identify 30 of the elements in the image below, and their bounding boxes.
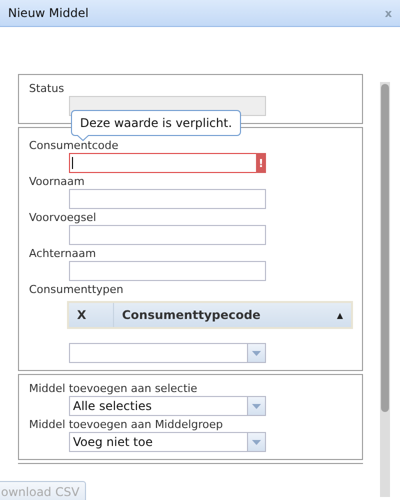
caret-icon bbox=[252, 440, 261, 444]
dropdown-trigger[interactable] bbox=[247, 344, 265, 362]
column-header[interactable]: X bbox=[69, 303, 114, 327]
field-label: Consumenttypen bbox=[29, 283, 124, 296]
text-field[interactable] bbox=[69, 261, 266, 281]
window-title: Nieuw Middel bbox=[8, 6, 89, 20]
field-label: Status bbox=[29, 82, 64, 95]
error-icon: ! bbox=[256, 153, 266, 173]
field-label: Voorvoegsel bbox=[29, 211, 96, 224]
sort-icon: ▲ bbox=[336, 310, 343, 320]
text-field[interactable] bbox=[69, 225, 266, 245]
combo-box[interactable]: Voeg niet toe bbox=[69, 432, 266, 452]
field-label: Voornaam bbox=[29, 175, 85, 188]
combo-box[interactable] bbox=[69, 343, 266, 363]
caret-icon bbox=[252, 404, 261, 408]
caret-icon bbox=[252, 350, 261, 356]
field-label: Middel toevoegen aan selectie bbox=[29, 382, 198, 395]
column-header[interactable]: Consumenttypecode bbox=[114, 303, 261, 327]
field-label: Consumentcode bbox=[29, 139, 118, 152]
combo-box[interactable]: Alle selecties bbox=[69, 396, 266, 416]
scrollbar[interactable] bbox=[380, 82, 390, 497]
text-field[interactable] bbox=[69, 189, 266, 209]
dropdown-trigger[interactable] bbox=[247, 433, 265, 451]
scrollbar-thumb[interactable] bbox=[381, 84, 389, 412]
field-label: Middel toevoegen aan Middelgroep bbox=[29, 418, 223, 431]
field-label: Achternaam bbox=[29, 247, 96, 260]
dropdown-trigger[interactable] bbox=[247, 397, 265, 415]
text-field[interactable]: ! bbox=[69, 153, 266, 173]
tooltip-pointer bbox=[77, 135, 89, 141]
tooltip: Deze waarde is verplicht. bbox=[71, 110, 242, 136]
